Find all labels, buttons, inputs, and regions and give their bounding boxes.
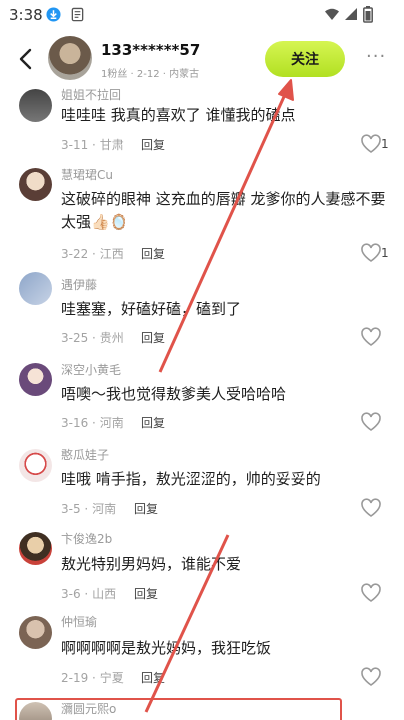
commenter-name[interactable]: 姐姐不拉回: [61, 86, 121, 103]
commenter-avatar[interactable]: [19, 168, 52, 201]
commenter-avatar[interactable]: [19, 89, 52, 122]
reply-button[interactable]: 回复: [141, 245, 165, 262]
comment-text: 敖光特别男妈妈，谁能不爱: [61, 555, 242, 573]
status-time: 3:38: [9, 6, 43, 24]
comment-text: 哇哇哇 我真的喜欢了 谁懂我的磕点: [61, 106, 296, 124]
commenter-avatar[interactable]: [19, 363, 52, 396]
comment-date: 3-25 · 贵州: [61, 331, 124, 345]
commenter-name[interactable]: 卞俊逸2b: [61, 530, 112, 547]
like-heart-icon[interactable]: [360, 583, 382, 603]
comment-date: 3-6 · 山西: [61, 587, 117, 601]
comment-date: 3-16 · 河南: [61, 416, 124, 430]
user-avatar[interactable]: [48, 36, 92, 80]
comment-date: 3-11 · 甘肃: [61, 138, 124, 152]
back-arrow-icon[interactable]: [14, 46, 38, 72]
more-options-icon[interactable]: ···: [366, 46, 386, 67]
reply-button[interactable]: 回复: [134, 500, 158, 517]
comment-date: 3-22 · 江西: [61, 247, 124, 261]
commenter-avatar[interactable]: [19, 272, 52, 305]
comment-text: 唔噢～我也觉得敖爹美人受哈哈哈: [61, 385, 287, 403]
commenter-name[interactable]: 憨瓜娃子: [61, 446, 109, 463]
user-meta: 1粉丝 · 2-12 · 内蒙古: [101, 69, 200, 80]
commenter-name[interactable]: 遇伊藤: [61, 276, 97, 293]
username[interactable]: 133******57: [101, 41, 200, 59]
commenter-avatar[interactable]: [19, 449, 52, 482]
like-count: 1: [381, 137, 389, 151]
comment-text: 啊啊啊啊是敖光妈妈，我狂吃饭: [61, 639, 272, 657]
comment-date: 3-5 · 河南: [61, 502, 117, 516]
reply-button[interactable]: 回复: [141, 136, 165, 153]
reply-button[interactable]: 回复: [134, 585, 158, 602]
signal-icon: [345, 8, 357, 20]
annotation-highlight-box: [15, 698, 342, 720]
commenter-name[interactable]: 深空小黄毛: [61, 361, 121, 378]
document-notification-icon: [71, 7, 84, 22]
status-bar: 3:38: [0, 0, 404, 30]
comment-text: 哇哦 啃手指，敖光涩涩的，帅的妥妥的: [61, 470, 321, 488]
like-heart-icon[interactable]: [360, 327, 382, 347]
like-heart-icon[interactable]: [360, 412, 382, 432]
commenter-name[interactable]: 仲恒瑜: [61, 613, 97, 630]
like-count: 1: [381, 246, 389, 260]
download-notification-icon: [46, 7, 61, 22]
reply-button[interactable]: 回复: [141, 669, 165, 686]
reply-button[interactable]: 回复: [141, 329, 165, 346]
comment-text: 哇塞塞，好磕好磕，磕到了: [61, 300, 242, 318]
wifi-icon: [325, 8, 339, 20]
like-heart-icon[interactable]: [360, 498, 382, 518]
commenter-avatar[interactable]: [19, 532, 52, 565]
profile-header: 133******57 1粉丝 · 2-12 · 内蒙古 关注 ···: [0, 30, 404, 88]
commenter-name[interactable]: 慧珺珺Cu: [61, 166, 113, 183]
commenter-avatar[interactable]: [19, 616, 52, 649]
comment-date: 2-19 · 宁夏: [61, 671, 124, 685]
follow-button[interactable]: 关注: [265, 41, 345, 77]
like-heart-icon[interactable]: [360, 667, 382, 687]
reply-button[interactable]: 回复: [141, 414, 165, 431]
like-heart-icon[interactable]: [360, 243, 382, 263]
battery-icon: [363, 6, 373, 23]
comment-text: 这破碎的眼神 这充血的唇瓣 龙爹你的人妻感不要太强👍🏻🪞: [61, 190, 386, 231]
like-heart-icon[interactable]: [360, 134, 382, 154]
